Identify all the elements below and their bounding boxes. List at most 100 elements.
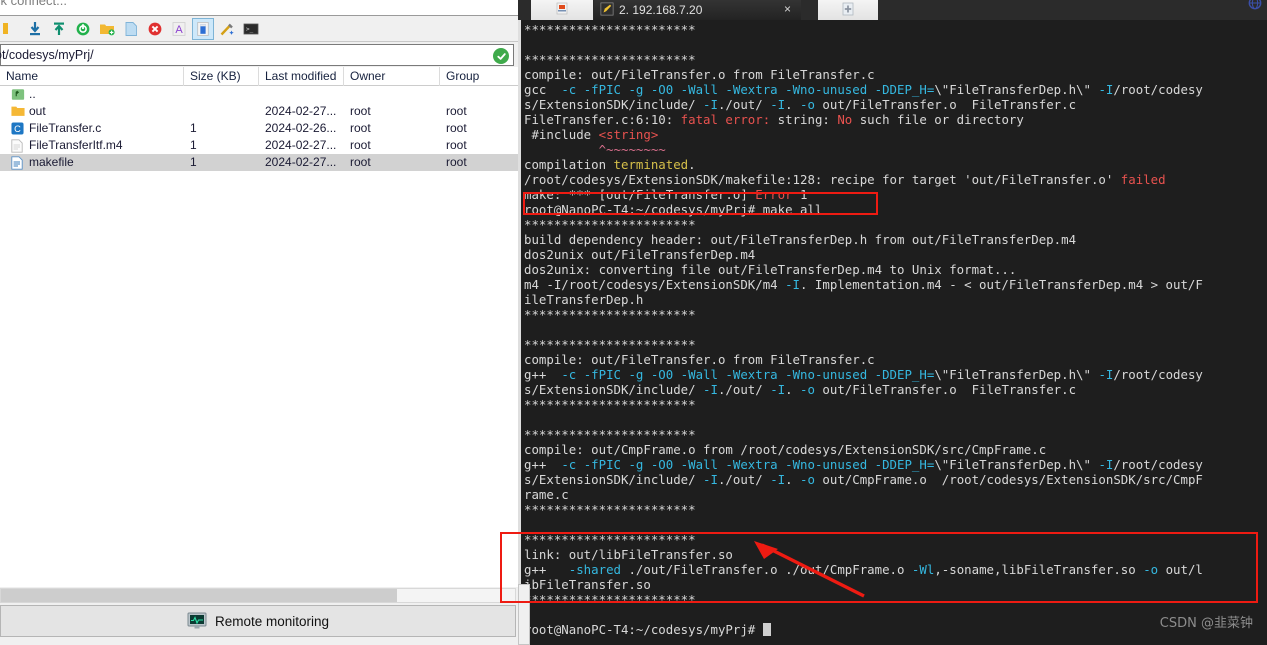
svg-text:>_: >_ [246,26,254,33]
column-header-owner[interactable]: Owner [344,66,440,86]
terminal-text: s/ExtensionSDK/include/ [524,97,704,112]
terminal-text: -o [800,382,815,397]
terminal-text: root@NanoPC-T4:~/codesys/myPrj# [524,622,763,637]
terminal-line: build dependency header: out/FileTransfe… [524,232,1267,247]
address-bar[interactable]: ot/codesys/myPrj/ [0,44,514,66]
terminal-text: compile: out/CmpFrame.o from /root/codes… [524,442,1047,457]
terminal-tab-new[interactable] [818,0,878,20]
new-folder-icon[interactable] [96,18,118,40]
terminal-text: . Implementation.m4 - < out/FileTransfer… [800,277,1203,292]
new-file-icon[interactable] [120,18,142,40]
remote-monitoring-button[interactable]: Remote monitoring [0,605,516,637]
column-header-size[interactable]: Size (KB) [184,66,259,86]
properties-icon[interactable] [192,17,214,40]
terminal-text: such file or directory [852,112,1024,127]
terminal-text: -shared [568,562,621,577]
file-manager-pane: ck connect... A >_ ot/codesys/myPrj/ Nam… [0,0,518,645]
terminal-line: dos2unix: converting file out/FileTransf… [524,262,1267,277]
file-modified-cell: 2024-02-27... [265,104,337,118]
terminal-text: ibFileTransfer.so [524,577,651,592]
table-row[interactable]: FileTransferItf.m4 1 2024-02-27... root root [0,137,518,154]
terminal-line: /root/codesys/ExtensionSDK/makefile:128:… [524,172,1267,187]
terminal-text: gcc [524,82,562,97]
terminal-left-edge [518,20,521,645]
file-name-cell[interactable]: C FileTransfer.c [0,120,184,137]
terminal-text: -c -fPIC -g -O0 -Wall -Wextra -Wno-unuse… [561,367,935,382]
table-row[interactable]: .. [0,86,518,103]
terminal-tab-session[interactable] [531,0,593,20]
terminal-line: *********************** [524,427,1267,442]
close-icon[interactable]: × [784,2,791,16]
terminal-text: compile: out/FileTransfer.o from FileTra… [524,352,875,367]
table-row[interactable]: C FileTransfer.c 1 2024-02-26... root root [0,120,518,137]
terminal-icon[interactable]: >_ [240,18,262,40]
column-header-modified[interactable]: Last modified [259,66,344,86]
file-size-cell [184,86,259,103]
terminal-text: <string> [598,127,659,142]
terminal-line: ibFileTransfer.so [524,577,1267,592]
terminal-line: s/ExtensionSDK/include/ -I./out/ -I. -o … [524,97,1267,112]
file-group-cell: root [446,104,467,118]
upload-arrow-icon[interactable] [48,18,70,40]
terminal-text: ./out/ [717,472,771,487]
terminal-text: out/FileTransfer.o FileTransfer.c [814,382,1077,397]
file-name-label: .. [29,87,36,101]
file-name-cell[interactable]: .. [0,86,184,103]
terminal-text: *********************** [524,52,696,67]
file-name-cell[interactable]: FileTransferItf.m4 [0,137,184,154]
pencil-icon [600,2,614,16]
terminal-text: s/ExtensionSDK/include/ [524,382,704,397]
new-tab-icon [842,2,854,16]
terminal-line: FileTransfer.c:6:10: fatal error: string… [524,112,1267,127]
terminal-line: g++ -c -fPIC -g -O0 -Wall -Wextra -Wno-u… [524,367,1267,382]
file-name-cell[interactable]: out [0,103,184,120]
c-file-icon: C [11,121,25,136]
quick-connect-label: ck connect... [0,0,67,8]
terminal-line: m4 -I/root/codesys/ExtensionSDK/m4 -I. I… [524,277,1267,292]
terminal-scroll-corner[interactable] [518,584,530,645]
terminal-text: -I [770,97,786,112]
terminal-text: *********************** [524,532,696,547]
terminal-output[interactable]: *********************** *****************… [518,20,1267,645]
table-row[interactable]: out 2024-02-27... root root [0,103,518,120]
terminal-line: *********************** [524,502,1267,517]
terminal-text: \"FileTransferDep.h\" [934,457,1099,472]
file-group-cell: root [446,138,467,152]
globe-icon[interactable] [1248,0,1264,12]
download-arrow-icon[interactable] [24,18,46,40]
delete-icon[interactable] [144,18,166,40]
rename-icon[interactable]: A [168,18,190,40]
svg-text:A: A [175,24,183,36]
svg-text:C: C [14,124,21,134]
terminal-text: -I [1098,82,1114,97]
column-header-name[interactable]: Name [0,66,184,86]
refresh-icon[interactable] [72,18,94,40]
terminal-line: dos2unix out/FileTransferDep.m4 [524,247,1267,262]
folder-icon [11,105,25,119]
terminal-text: /root/codesys/ExtensionSDK/makefile:128:… [524,172,1121,187]
terminal-line: *********************** [524,217,1267,232]
magic-wand-icon[interactable] [216,18,238,40]
table-row[interactable]: makefile 1 2024-02-27... root root [0,154,518,171]
terminal-tab-active[interactable]: 2. 192.168.7.20 × [594,0,801,20]
terminal-text: m4 -I/root/codesys/ExtensionSDK/m4 [524,277,786,292]
terminal-text: string: [770,112,838,127]
file-list-horizontal-scrollbar[interactable] [0,588,516,603]
terminal-text: ./out/ [717,382,771,397]
file-name-cell[interactable]: makefile [0,154,184,171]
terminal-text: 1 [792,187,808,202]
parent-folder-icon [11,88,25,102]
download-icon[interactable] [0,18,22,40]
quick-connect-bar[interactable]: ck connect... [0,0,518,16]
file-modified-cell: 2024-02-27... [265,138,337,152]
terminal-text: /root/codesy [1113,367,1203,382]
terminal-text: No [837,112,853,127]
file-list[interactable]: Name Size (KB) Last modified Owner Group… [0,66,518,587]
column-header-group[interactable]: Group [440,67,518,86]
scrollbar-thumb[interactable] [1,589,397,602]
file-size-cell [184,103,259,120]
terminal-text: -c -fPIC -g -O0 -Wall -Wextra -Wno-unuse… [561,457,935,472]
